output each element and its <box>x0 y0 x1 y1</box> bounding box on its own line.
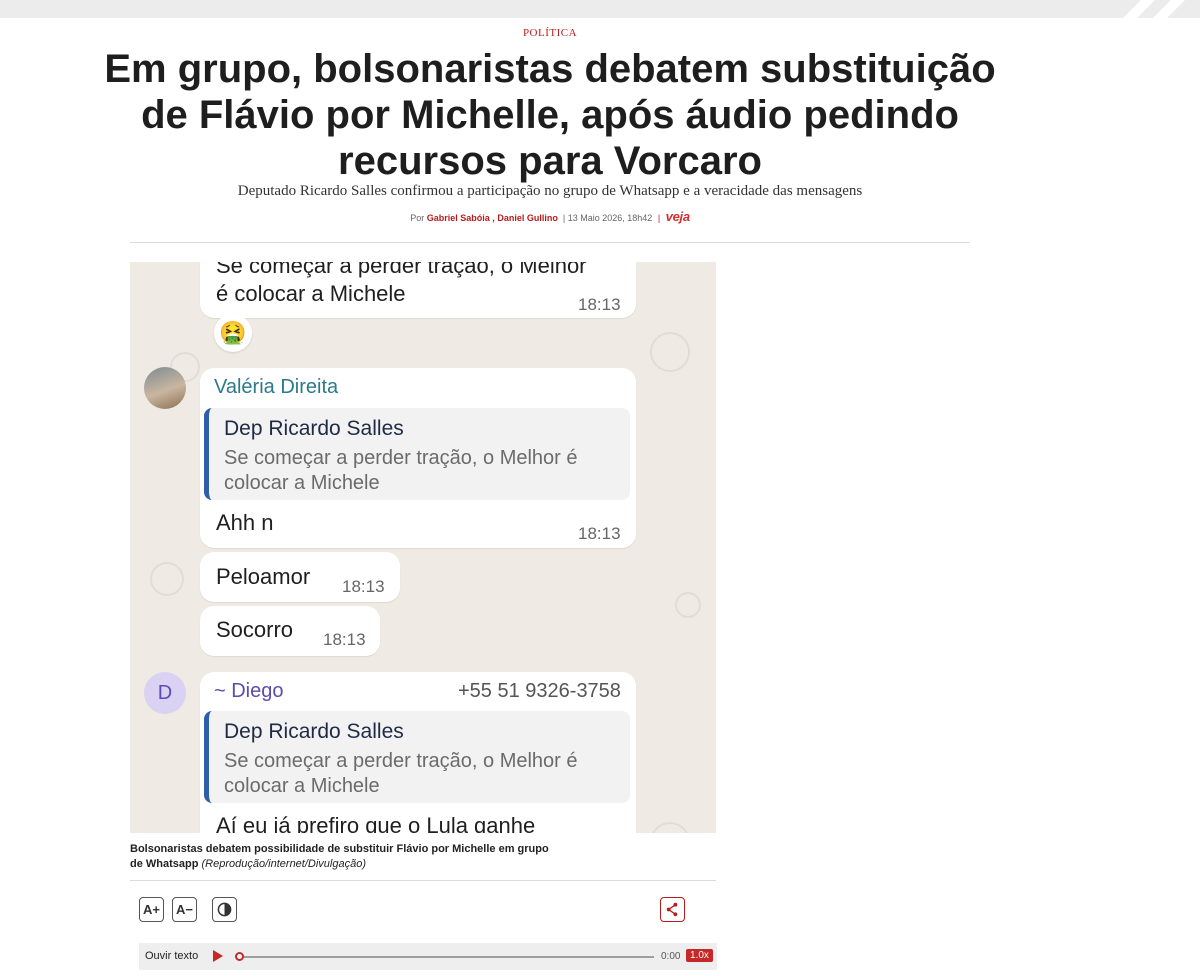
pattern-doodle <box>150 562 184 596</box>
avatar-diego: D <box>144 672 186 714</box>
article-headline: Em grupo, bolsonaristas debatem substitu… <box>104 47 996 183</box>
author-link-2[interactable]: Daniel Gullino <box>497 213 558 223</box>
article-subtitle: Deputado Ricardo Salles confirmou a part… <box>237 183 863 199</box>
caption-divider <box>130 880 716 881</box>
avatar-valeria <box>144 367 186 409</box>
author-separator: , <box>492 213 495 223</box>
top-banner-strip <box>0 0 1200 18</box>
message-time: 18:13 <box>578 524 621 543</box>
message-text: é colocar a Michele <box>216 281 406 306</box>
contrast-icon <box>217 902 232 917</box>
play-icon[interactable] <box>213 950 223 962</box>
quoted-text: Se começar a perder tração, o Melhor é c… <box>224 750 578 797</box>
pattern-doodle <box>675 592 701 618</box>
audio-current-time: 0:00 <box>661 951 681 962</box>
share-icon <box>666 902 678 917</box>
message-time: 18:13 <box>342 577 385 596</box>
font-decrease-button[interactable]: A− <box>172 897 197 922</box>
font-increase-button[interactable]: A+ <box>139 897 164 922</box>
message-time: 18:13 <box>323 630 366 649</box>
message-text: Aí eu já prefiro que o Lula ganhe <box>216 813 536 833</box>
pattern-doodle <box>650 822 690 833</box>
share-button[interactable] <box>660 897 685 922</box>
photo-caption: Bolsonaristas debatem possibilidade de s… <box>130 842 550 872</box>
audio-label: Ouvir texto <box>145 950 199 962</box>
byline-divider-2: | <box>657 213 661 223</box>
message-text: Socorro <box>216 617 294 642</box>
byline-prefix: Por <box>410 213 425 223</box>
byline-divider: | <box>560 213 566 223</box>
author-link-1[interactable]: Gabriel Sabóia <box>427 213 490 223</box>
sender-name: ~ Diego <box>214 680 284 702</box>
quoted-sender: Dep Ricardo Salles <box>224 417 404 440</box>
message-text: Se começar a perder tração, o Melhor <box>216 262 587 278</box>
publish-date: 13 Maio 2026, 18h42 <box>567 213 653 223</box>
article-photo-chat[interactable]: Se começar a perder tração, o Melhor é c… <box>130 262 716 833</box>
message-time: 18:13 <box>578 295 621 314</box>
contrast-button[interactable] <box>212 897 237 922</box>
quoted-sender: Dep Ricardo Salles <box>224 720 404 743</box>
quoted-text: Se começar a perder tração, o Melhor é c… <box>224 447 578 494</box>
audio-player: Ouvir texto 0:00 1.0x <box>139 943 717 970</box>
audio-progress-track[interactable] <box>239 956 654 958</box>
reaction-emoji: 🤮 <box>214 314 252 352</box>
message-text: Peloamor <box>216 564 311 589</box>
byline: Por Gabriel Sabóia , Daniel Gullino | 13… <box>100 209 1000 224</box>
caption-credit: (Reprodução/internet/Divulgação) <box>201 858 366 870</box>
sender-name: Valéria Direita <box>214 376 339 398</box>
playback-speed-button[interactable]: 1.0x <box>686 949 713 962</box>
header-divider <box>130 242 970 243</box>
sender-phone: +55 51 9326-3758 <box>458 680 621 702</box>
publication-logo[interactable]: veja <box>666 209 690 224</box>
message-text: Ahh n <box>216 510 274 535</box>
audio-progress-handle[interactable] <box>235 952 244 961</box>
pattern-doodle <box>650 332 690 372</box>
section-label[interactable]: POLÍTICA <box>0 27 1100 39</box>
